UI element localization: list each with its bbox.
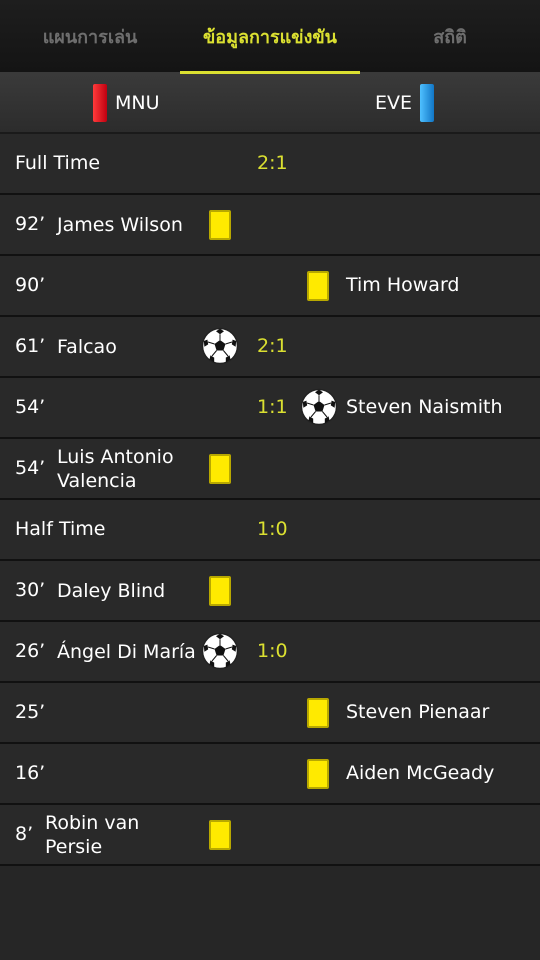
away-team-name: EVE <box>374 92 412 114</box>
event-minute: 8’ <box>15 823 34 845</box>
away-team-color-icon <box>420 84 434 122</box>
event-minute: 54’ <box>15 457 46 479</box>
event-row: 26’ Ángel Di María 1:0 <box>0 622 540 683</box>
period-row: Half Time 1:0 <box>0 500 540 561</box>
event-row: 25’ Steven Pienaar <box>0 683 540 744</box>
event-minute: 26’ <box>15 640 46 662</box>
event-row: 16’ Aiden McGeady <box>0 744 540 805</box>
event-row: 92’ James Wilson <box>0 195 540 256</box>
home-team-name: MNU <box>115 92 160 114</box>
period-row: Full Time 2:1 <box>0 134 540 195</box>
away-player-name: Steven Naismith <box>346 396 503 418</box>
soccer-ball-icon <box>300 388 338 426</box>
away-player-name: Aiden McGeady <box>346 762 495 784</box>
yellow-card-icon <box>209 820 231 850</box>
home-player-name: Daley Blind <box>57 579 166 602</box>
home-team: MNU <box>93 84 160 122</box>
event-row: 90’ Tim Howard <box>0 256 540 317</box>
tab-match-info[interactable]: ข้อมูลการแข่งขัน <box>180 0 360 74</box>
goal-score: 2:1 <box>257 335 288 357</box>
yellow-card-icon <box>307 271 329 301</box>
home-player-name: Falcao <box>57 335 117 358</box>
soccer-ball-icon <box>201 327 239 365</box>
yellow-card-icon <box>307 759 329 789</box>
home-player-name: James Wilson <box>57 213 183 236</box>
home-player-name: Robin van Persie <box>45 811 140 858</box>
home-player-name: Ángel Di María <box>57 640 196 663</box>
period-label: Half Time <box>15 518 106 540</box>
soccer-ball-icon <box>201 632 239 670</box>
event-row: 30’ Daley Blind <box>0 561 540 622</box>
event-minute: 90’ <box>15 274 46 296</box>
period-score: 2:1 <box>257 152 288 174</box>
tab-lineup[interactable]: แผนการเล่น <box>0 0 180 72</box>
event-list: Full Time 2:1 92’ James Wilson 90’ Tim Howard… <box>0 134 540 866</box>
away-player-name: Steven Pienaar <box>346 701 490 723</box>
event-minute: 25’ <box>15 701 46 723</box>
yellow-card-icon <box>209 454 231 484</box>
event-minute: 54’ <box>15 396 46 418</box>
home-player-name: Luis Antonio Valencia <box>57 445 174 492</box>
event-minute: 30’ <box>15 579 46 601</box>
goal-score: 1:1 <box>257 396 288 418</box>
away-player-name: Tim Howard <box>346 274 460 296</box>
home-team-color-icon <box>93 84 107 122</box>
event-minute: 16’ <box>15 762 46 784</box>
event-row: 8’ Robin van Persie <box>0 805 540 866</box>
event-minute: 92’ <box>15 213 46 235</box>
period-label: Full Time <box>15 152 101 174</box>
team-header: MNU EVE <box>0 74 540 134</box>
yellow-card-icon <box>307 698 329 728</box>
event-row: 61’ Falcao 2:1 <box>0 317 540 378</box>
goal-score: 1:0 <box>257 640 288 662</box>
away-team: EVE <box>375 84 434 122</box>
event-row: 54’ Luis Antonio Valencia <box>0 439 540 500</box>
tab-bar: แผนการเล่น ข้อมูลการแข่งขัน สถิติ <box>0 0 540 74</box>
period-score: 1:0 <box>257 518 288 540</box>
yellow-card-icon <box>209 576 231 606</box>
yellow-card-icon <box>209 210 231 240</box>
event-minute: 61’ <box>15 335 46 357</box>
event-row: 54’ Steven Naismith 1:1 <box>0 378 540 439</box>
tab-stats[interactable]: สถิติ <box>360 0 540 72</box>
